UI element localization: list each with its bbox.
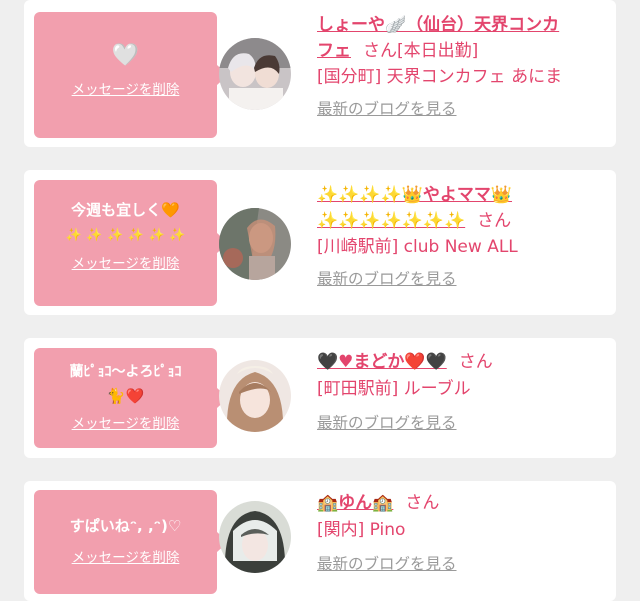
cast-info: 🖤♥まどか❤️🖤 さん [町田駅前] ルーブル 最新のブログを見る [317,348,607,436]
cast-name-link-cont[interactable]: フェ [317,41,351,61]
avatar[interactable] [219,360,291,432]
avatar-photo [219,360,291,432]
latest-blog-link[interactable]: 最新のブログを見る [317,551,457,577]
shop-info: [町田駅前] ルーブル [317,379,471,399]
delete-message-link[interactable]: メッセージを削除 [72,546,180,566]
avatar-photo [219,208,291,280]
cast-suffix: さん [405,493,440,513]
favorite-card-2: 今週も宜しく🧡 ✨ ✨ ✨ ✨ ✨ ✨ メッセージを削除 ✨✨✨✨👑やよママ👑 … [24,170,616,315]
avatar-photo [219,501,291,573]
cast-name-link[interactable]: 🖤♥まどか❤️🖤 [317,352,447,372]
cast-info: ✨✨✨✨👑やよママ👑 ✨✨✨✨✨✨✨ さん [川崎駅前] club New ALL… [317,182,607,292]
message-text: 今週も宜しく🧡 [71,201,180,219]
avatar[interactable] [219,208,291,280]
favorite-card-1: 🤍 メッセージを削除 しょーや🪽（仙台）天界コンカ フェ さん[本日出勤] [国分… [24,0,616,147]
avatar[interactable] [219,501,291,573]
cast-suffix: さん [458,352,493,372]
latest-blog-link[interactable]: 最新のブログを見る [317,266,457,292]
shop-info: [関内] Pino [317,520,406,540]
cast-info: 🏫ゆん🏫 さん [関内] Pino 最新のブログを見る [317,489,607,577]
delete-message-link[interactable]: メッセージを削除 [72,412,180,432]
avatar[interactable] [219,38,291,110]
favorite-card-3: 蘭ﾋﾟｮｺ〜よろﾋﾟｮｺ 🐈❤️ メッセージを削除 🖤♥まどか❤️🖤 さん [町田… [24,338,616,458]
message-text: すぱいねᵔ, ,ᵔ)♡ [69,517,182,535]
delete-message-link[interactable]: メッセージを削除 [72,252,180,272]
latest-blog-link[interactable]: 最新のブログを見る [317,410,457,436]
avatar-photo [219,38,291,110]
delete-message-link[interactable]: メッセージを削除 [72,78,180,98]
cast-name-link[interactable]: 🏫ゆん🏫 [317,493,393,513]
cast-name-link-cont[interactable]: ✨✨✨✨✨✨✨ [317,211,465,231]
message-bubble: 蘭ﾋﾟｮｺ〜よろﾋﾟｮｺ 🐈❤️ メッセージを削除 [34,348,228,448]
message-text: 🤍 [111,43,140,68]
cast-info: しょーや🪽（仙台）天界コンカ フェ さん[本日出勤] [国分町] 天界コンカフェ … [317,12,607,122]
message-text: 蘭ﾋﾟｮｺ〜よろﾋﾟｮｺ [69,364,182,380]
latest-blog-link[interactable]: 最新のブログを見る [317,96,457,122]
message-bubble: すぱいねᵔ, ,ᵔ)♡ メッセージを削除 [34,490,228,594]
shop-info: [国分町] 天界コンカフェ あにま [317,67,563,87]
message-text-2: 🐈❤️ [106,387,145,405]
shop-info: [川崎駅前] club New ALL [317,237,518,257]
cast-name-link[interactable]: ✨✨✨✨👑やよママ👑 [317,182,607,208]
message-bubble: 今週も宜しく🧡 ✨ ✨ ✨ ✨ ✨ ✨ メッセージを削除 [34,180,228,306]
message-bubble: 🤍 メッセージを削除 [34,12,228,138]
cast-name-link[interactable]: しょーや🪽（仙台）天界コンカ [317,12,607,38]
favorite-card-4: すぱいねᵔ, ,ᵔ)♡ メッセージを削除 🏫ゆん🏫 さん [関内] Pino 最新… [24,481,616,601]
cast-suffix: さん [477,211,512,231]
message-text-2: ✨ ✨ ✨ ✨ ✨ ✨ [65,228,186,243]
cast-suffix: さん[本日出勤] [363,41,479,61]
